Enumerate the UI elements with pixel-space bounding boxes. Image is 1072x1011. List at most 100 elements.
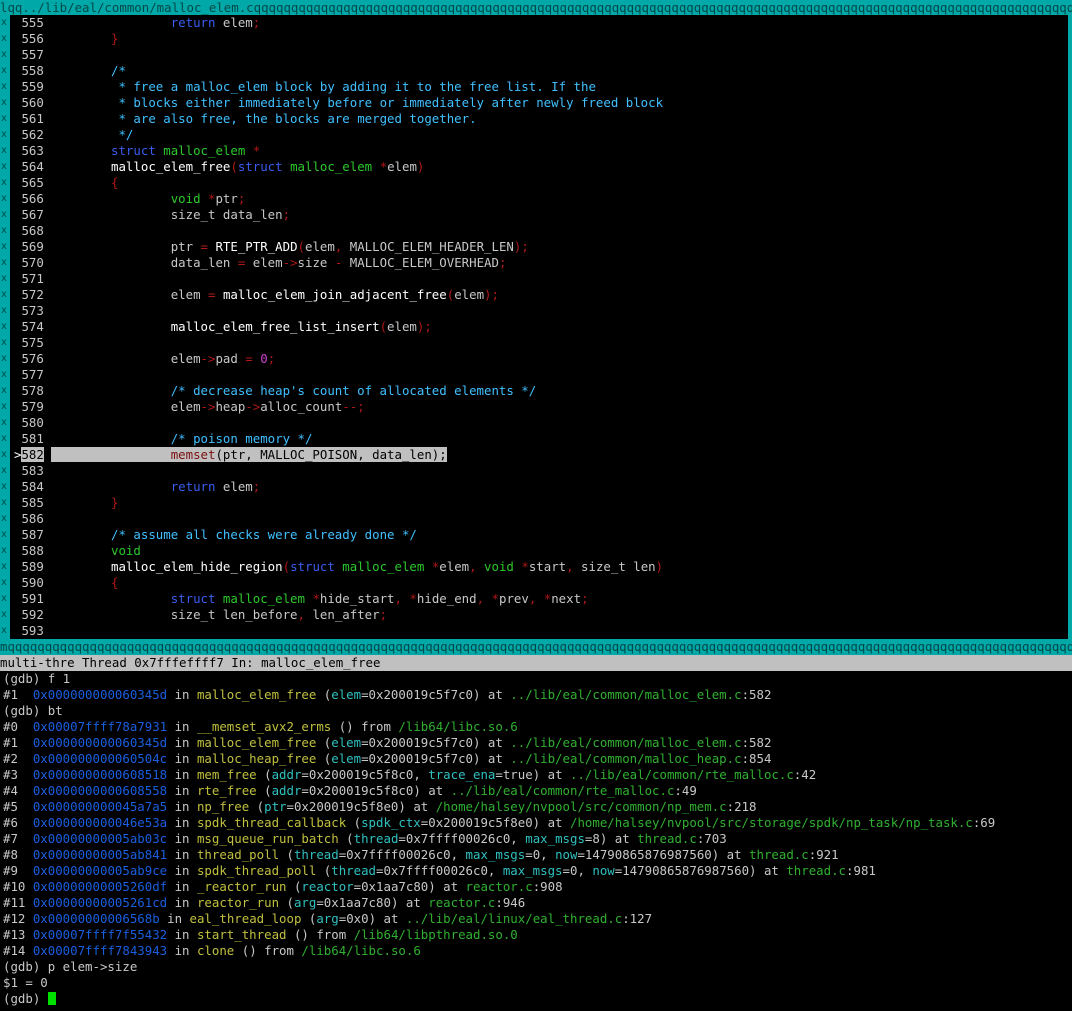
console-segment: 0x000000000046e53a (32, 815, 168, 830)
console-line: #8 0x00000000005ab841 in thread_poll (th… (3, 847, 1069, 863)
code-token: , (297, 607, 313, 622)
line-number: 558 (21, 63, 44, 78)
source-line: 588 void (14, 543, 1066, 559)
code-indent (51, 447, 171, 462)
code-token: malloc_elem_join_adjacent_free (222, 287, 447, 302)
border-glyph: x (1, 353, 8, 364)
line-number: 586 (21, 511, 44, 526)
console-segment: 0x00000000005ab9ce (32, 863, 168, 878)
console-segment: ( (249, 799, 265, 814)
console-segment: malloc_heap_free (196, 751, 317, 766)
border-glyph: x (1, 257, 8, 268)
line-number: 591 (21, 591, 44, 606)
code-token: MALLOC_ELEM_HEADER_LEN (349, 239, 514, 254)
console-segment: in (159, 911, 190, 926)
console-line: #4 0x0000000000608558 in rte_free (addr=… (3, 783, 1069, 799)
code-token: /* decrease heap's count of allocated el… (170, 383, 537, 398)
code-token: -> (245, 399, 261, 414)
console-segment: :981 (846, 863, 876, 878)
console-segment: 0x000000000060345d (32, 687, 168, 702)
console-segment: #5 (3, 799, 33, 814)
console-segment: ( (286, 879, 302, 894)
border-glyph: x (1, 177, 8, 188)
gdb-command-console[interactable]: (gdb) f 1 #1 0x000000000060345d in malloc… (3, 671, 1069, 1011)
source-line: 584 return elem; (14, 479, 1066, 495)
console-segment: =0x200019c5f8c0) at (301, 783, 451, 798)
border-glyph: x (1, 609, 8, 620)
code-token: void (170, 191, 201, 206)
console-segment: :703 (696, 831, 727, 846)
code-token: heap (215, 399, 246, 414)
source-line: 560 * blocks either immediately before o… (14, 95, 1066, 111)
console-segment: =0x1aa7c80) at (353, 879, 466, 894)
code-token: malloc_elem_free_list_insert (170, 319, 380, 334)
code-token: , (566, 559, 582, 574)
code-token: ( (230, 159, 238, 174)
console-segment: =0x7ffff00026c0, (338, 847, 466, 862)
console-segment: #1 (3, 687, 33, 702)
console-segment: elem (331, 687, 362, 702)
source-code-pane[interactable]: 555 return elem; 556 } 557 558 /* 559 * … (14, 15, 1066, 639)
code-token: ; (267, 351, 276, 366)
console-segment: _reactor_run (196, 879, 287, 894)
console-segment: :908 (532, 879, 563, 894)
code-token: malloc_elem (290, 159, 373, 174)
console-segment: :49 (674, 783, 697, 798)
code-token: pad (215, 351, 246, 366)
console-segment: ( (316, 863, 332, 878)
border-glyph: x (1, 401, 8, 412)
console-segment: ../lib/eal/common/malloc_heap.c (510, 751, 742, 766)
console-line: #0 0x00007ffff78a7931 in __memset_avx2_e… (3, 719, 1069, 735)
current-line-code: memset(ptr, MALLOC_POISON, data_len); (170, 447, 447, 462)
code-token: size_t len (581, 559, 656, 574)
line-number: 590 (21, 575, 44, 590)
code-token: struct (111, 143, 156, 158)
console-segment: :921 (808, 847, 839, 862)
line-number: 580 (21, 415, 44, 430)
code-token: struct (170, 591, 216, 606)
code-token: hide_end (416, 591, 477, 606)
border-glyph: x (1, 449, 8, 460)
console-segment: /home/halsey/nvpool/src/common/np_mem.c (435, 799, 727, 814)
console-segment: addr (271, 767, 302, 782)
code-token: ptr (215, 191, 238, 206)
code-token: , (469, 559, 485, 574)
code-token: /* assume all checks were already done *… (111, 527, 417, 542)
console-line: #12 0x00000000006568b in eal_thread_loop… (3, 911, 1069, 927)
border-glyph: x (1, 321, 8, 332)
line-number: 567 (21, 207, 44, 222)
console-segment: mem_free (196, 767, 257, 782)
console-segment: in (167, 767, 197, 782)
console-segment: =0x0) at (338, 911, 406, 926)
console-segment: #0 (3, 719, 33, 734)
console-segment: #12 (3, 911, 33, 926)
border-glyph: x (1, 529, 8, 540)
line-number: 566 (21, 191, 44, 206)
line-number: 568 (21, 223, 44, 238)
console-segment: 0x00007ffff7843943 (32, 943, 168, 958)
code-token: * (245, 143, 261, 158)
source-line: 589 malloc_elem_hide_region(struct mallo… (14, 559, 1066, 575)
code-token: ; (237, 191, 246, 206)
console-line: #9 0x00000000005ab9ce in spdk_thread_pol… (3, 863, 1069, 879)
console-segment: /lib64/libc.so.6 (301, 943, 421, 958)
line-number: 565 (21, 175, 44, 190)
source-window-right-border (1068, 15, 1072, 639)
console-segment: =0x200019c5f7c0) at (361, 687, 511, 702)
console-segment: ( (301, 911, 317, 926)
line-number: 577 (21, 367, 44, 382)
line-gutter (44, 47, 51, 62)
border-glyph: x (1, 433, 8, 444)
console-segment: (gdb) bt (3, 703, 63, 718)
code-token: elem (170, 287, 208, 302)
code-token: ; (252, 15, 261, 30)
console-segment: $1 = 0 (3, 975, 48, 990)
source-line: 574 malloc_elem_free_list_insert(elem); (14, 319, 1066, 335)
